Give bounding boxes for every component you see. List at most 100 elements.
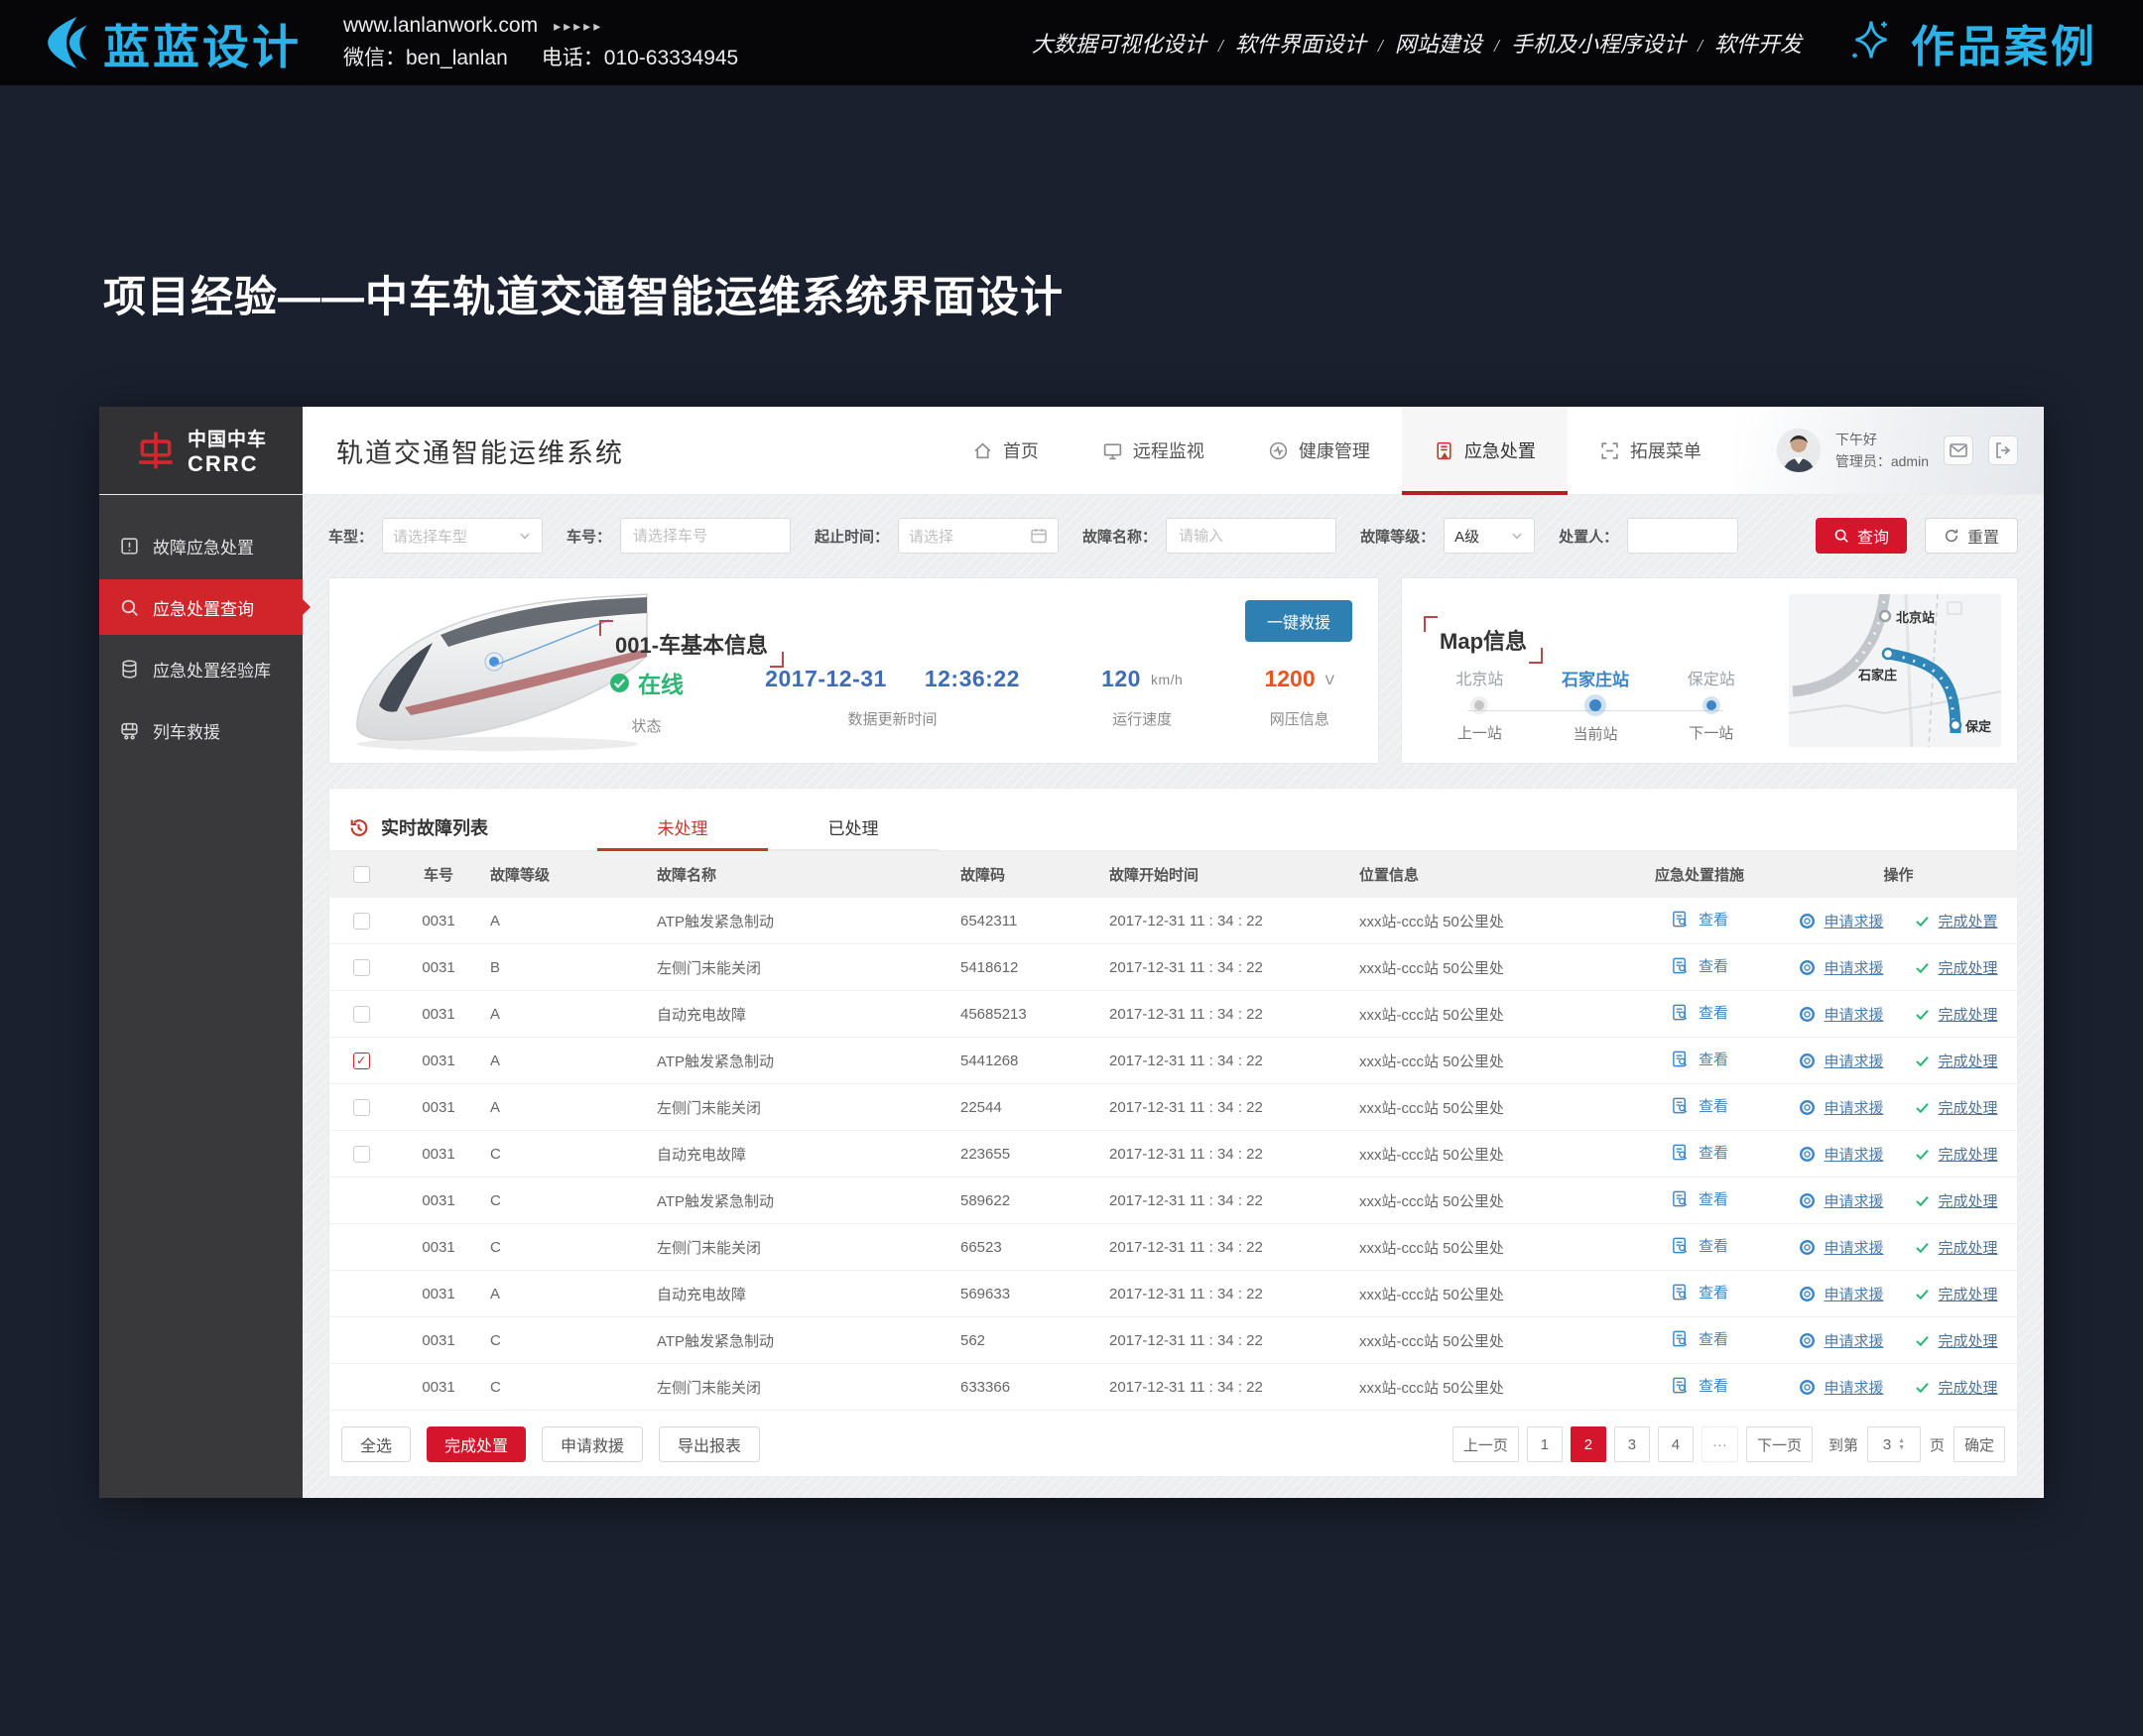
select-all-checkbox[interactable] xyxy=(353,866,370,883)
sidebar-item-fault-emergency[interactable]: 故障应急处置 xyxy=(99,518,303,573)
expand-icon xyxy=(1599,440,1620,461)
complete-link[interactable]: 完成处理 xyxy=(1914,1284,1998,1304)
nav-item-health-manage[interactable]: 健康管理 xyxy=(1236,407,1402,494)
request-rescue-link[interactable]: 申请求援 xyxy=(1799,1284,1883,1304)
request-label: 申请求援 xyxy=(1824,957,1883,978)
reset-button[interactable]: 重置 xyxy=(1925,518,2018,554)
cell-start-time: 2017-12-31 11 : 34 : 22 xyxy=(1103,1006,1353,1023)
complete-handle-button[interactable]: 完成处置 xyxy=(427,1426,526,1462)
request-rescue-link[interactable]: 申请求援 xyxy=(1799,1190,1883,1211)
page-stepper-icon[interactable]: ▲▼ xyxy=(1898,1437,1905,1452)
row-checkbox[interactable] xyxy=(353,959,370,976)
export-report-button[interactable]: 导出报表 xyxy=(659,1426,760,1462)
nav-item-emergency-handle[interactable]: 应急处置 xyxy=(1402,407,1568,494)
car-no-input[interactable] xyxy=(631,527,780,546)
complete-link[interactable]: 完成处理 xyxy=(1914,1004,1998,1025)
view-link[interactable]: 查看 xyxy=(1671,1142,1728,1163)
cell-fault-code: 6542311 xyxy=(954,913,1103,930)
complete-link[interactable]: 完成处理 xyxy=(1914,1330,1998,1351)
view-link[interactable]: 查看 xyxy=(1671,1235,1728,1256)
view-link[interactable]: 查看 xyxy=(1671,1049,1728,1069)
doc-search-icon xyxy=(1671,1096,1690,1115)
goto-confirm-button[interactable]: 确定 xyxy=(1954,1426,2005,1462)
query-button[interactable]: 查询 xyxy=(1816,518,1907,554)
nav-item-remote-monitor[interactable]: 远程监视 xyxy=(1071,407,1236,494)
crrc-brand: 中国中车 CRRC xyxy=(99,407,303,494)
promo-banner: 蓝蓝设计 www.lanlanwork.com ▸▸▸▸▸ 微信：ben_lan… xyxy=(0,0,2143,85)
complete-link[interactable]: 完成处理 xyxy=(1914,1237,1998,1258)
lifebuoy-icon xyxy=(1799,1146,1816,1163)
complete-link[interactable]: 完成处理 xyxy=(1914,1051,1998,1071)
date-picker[interactable]: 请选择 xyxy=(898,518,1059,554)
tab-pending[interactable]: 未处理 xyxy=(597,805,768,851)
car-type-select[interactable]: 请选择车型 xyxy=(382,518,543,554)
service-item: 手机及小程序设计 xyxy=(1511,32,1686,57)
request-rescue-link[interactable]: 申请求援 xyxy=(1799,1097,1883,1118)
cell-fault-code: 223655 xyxy=(954,1146,1103,1163)
row-checkbox[interactable] xyxy=(353,1146,370,1163)
select-all-button[interactable]: 全选 xyxy=(341,1426,411,1462)
page-button-1[interactable]: 1 xyxy=(1527,1426,1563,1462)
mail-icon[interactable] xyxy=(1944,435,1973,465)
fault-name-input[interactable] xyxy=(1177,527,1325,546)
complete-link[interactable]: 完成处理 xyxy=(1914,957,1998,978)
stat-voltage: 1200 V 网压信息 xyxy=(1264,666,1334,736)
request-rescue-link[interactable]: 申请求援 xyxy=(1799,1051,1883,1071)
complete-link[interactable]: 完成处理 xyxy=(1914,1097,1998,1118)
sidebar-item-experience-lib[interactable]: 应急处置经验库 xyxy=(99,641,303,696)
view-link[interactable]: 查看 xyxy=(1671,1188,1728,1209)
doc-search-icon xyxy=(1671,1329,1690,1348)
view-link[interactable]: 查看 xyxy=(1671,1282,1728,1302)
lifebuoy-icon xyxy=(1799,959,1816,976)
map-label-baoding: 保定 xyxy=(1964,719,1991,734)
row-checkbox[interactable] xyxy=(353,1006,370,1023)
view-link[interactable]: 查看 xyxy=(1671,909,1728,930)
request-rescue-link[interactable]: 申请求援 xyxy=(1799,1330,1883,1351)
cell-start-time: 2017-12-31 11 : 34 : 22 xyxy=(1103,959,1353,976)
filter-label: 故障名称： xyxy=(1082,526,1157,547)
handler-input[interactable] xyxy=(1638,527,1727,546)
view-link[interactable]: 查看 xyxy=(1671,1095,1728,1116)
view-link[interactable]: 查看 xyxy=(1671,1328,1728,1349)
prev-page-button[interactable]: 上一页 xyxy=(1452,1426,1519,1462)
one-key-rescue-button[interactable]: 一键救援 xyxy=(1245,600,1352,642)
goto-page-input[interactable]: 3▲▼ xyxy=(1867,1426,1921,1462)
complete-link[interactable]: 完成处理 xyxy=(1914,1377,1998,1398)
page-button-2[interactable]: 2 xyxy=(1571,1426,1606,1462)
fault-grade-select[interactable]: A级 xyxy=(1444,518,1535,554)
nav-item-home[interactable]: 首页 xyxy=(941,407,1071,494)
view-link[interactable]: 查看 xyxy=(1671,1375,1728,1396)
complete-link[interactable]: 完成处理 xyxy=(1914,1144,1998,1165)
view-link[interactable]: 查看 xyxy=(1671,1002,1728,1023)
complete-link[interactable]: 完成处置 xyxy=(1914,911,1998,931)
request-rescue-link[interactable]: 申请求援 xyxy=(1799,1144,1883,1165)
cell-start-time: 2017-12-31 11 : 34 : 22 xyxy=(1103,1099,1353,1116)
sidebar-item-train-rescue[interactable]: 列车救援 xyxy=(99,702,303,758)
row-checkbox[interactable] xyxy=(353,1099,370,1116)
request-rescue-button[interactable]: 申请救援 xyxy=(542,1426,643,1462)
row-checkbox[interactable] xyxy=(353,913,370,930)
avatar[interactable] xyxy=(1777,429,1821,472)
cell-fault-name: ATP触发紧急制动 xyxy=(651,1190,954,1211)
cell-start-time: 2017-12-31 11 : 34 : 22 xyxy=(1103,1332,1353,1349)
request-rescue-link[interactable]: 申请求援 xyxy=(1799,957,1883,978)
logout-icon[interactable] xyxy=(1988,435,2018,465)
nav-item-expand-menu[interactable]: 拓展菜单 xyxy=(1568,407,1733,494)
request-rescue-link[interactable]: 申请求援 xyxy=(1799,1237,1883,1258)
request-rescue-link[interactable]: 申请求援 xyxy=(1799,911,1883,931)
station-name: 北京站 xyxy=(1422,666,1538,693)
route-map-thumbnail[interactable]: 北京站 石家庄 保定 xyxy=(1789,594,2001,747)
cell-car-no: 0031 xyxy=(393,1379,484,1396)
request-rescue-link[interactable]: 申请求援 xyxy=(1799,1377,1883,1398)
next-page-button[interactable]: 下一页 xyxy=(1746,1426,1813,1462)
complete-link[interactable]: 完成处理 xyxy=(1914,1190,1998,1211)
row-checkbox[interactable] xyxy=(353,1053,370,1069)
request-rescue-link[interactable]: 申请求援 xyxy=(1799,1004,1883,1025)
tab-handled[interactable]: 已处理 xyxy=(768,805,939,851)
cell-start-time: 2017-12-31 11 : 34 : 22 xyxy=(1103,1379,1353,1396)
sidebar-item-emergency-query[interactable]: 应急处置查询 xyxy=(99,579,303,635)
page-button-4[interactable]: 4 xyxy=(1658,1426,1694,1462)
view-link[interactable]: 查看 xyxy=(1671,955,1728,976)
page-button-3[interactable]: 3 xyxy=(1614,1426,1650,1462)
table-row: 0031A自动充电故障5696332017-12-31 11 : 34 : 22… xyxy=(329,1271,2017,1317)
